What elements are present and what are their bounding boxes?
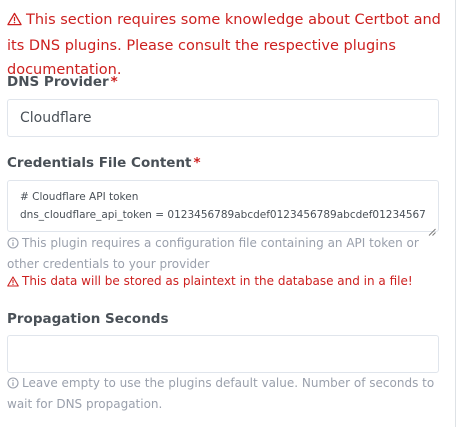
credentials-help-text: This plugin requires a configuration fil… [7,236,419,271]
credentials-textarea[interactable]: # Cloudflare API token dns_cloudflare_ap… [7,180,439,236]
propagation-seconds-label-text: Propagation Seconds [7,311,169,327]
warning-triangle-icon [7,274,19,293]
credentials-help-info: This plugin requires a configuration fil… [7,234,447,274]
propagation-help-info: Leave empty to use the plugins default v… [7,374,447,414]
dns-warning-text: This section requires some knowledge abo… [7,12,441,78]
credentials-line-1: # Cloudflare API token [20,191,139,203]
propagation-seconds-input[interactable] [7,335,439,373]
required-asterisk: * [193,155,201,171]
resize-handle-icon[interactable] [428,221,436,236]
dns-warning-message: This section requires some knowledge abo… [7,8,447,82]
dns-provider-label: DNS Provider * [7,74,118,90]
credentials-line-2: dns_cloudflare_api_token = 0123456789abc… [20,209,426,221]
warning-triangle-icon [7,10,22,34]
credentials-label-text: Credentials File Content [7,155,192,171]
info-circle-icon [7,236,19,255]
required-asterisk: * [110,74,118,90]
credentials-label: Credentials File Content * [7,155,201,171]
credentials-warning-text: This data will be stored as plaintext in… [22,274,413,288]
divider [455,0,456,427]
dns-provider-select[interactable]: Cloudflare [7,99,439,137]
dns-challenge-section: This section requires some knowledge abo… [0,0,467,427]
dns-provider-label-text: DNS Provider [7,74,109,90]
info-circle-icon [7,376,19,395]
propagation-seconds-label: Propagation Seconds [7,311,169,327]
propagation-help-text: Leave empty to use the plugins default v… [7,376,435,411]
credentials-help-warning: This data will be stored as plaintext in… [7,272,447,293]
dns-provider-value: Cloudflare [20,110,92,126]
